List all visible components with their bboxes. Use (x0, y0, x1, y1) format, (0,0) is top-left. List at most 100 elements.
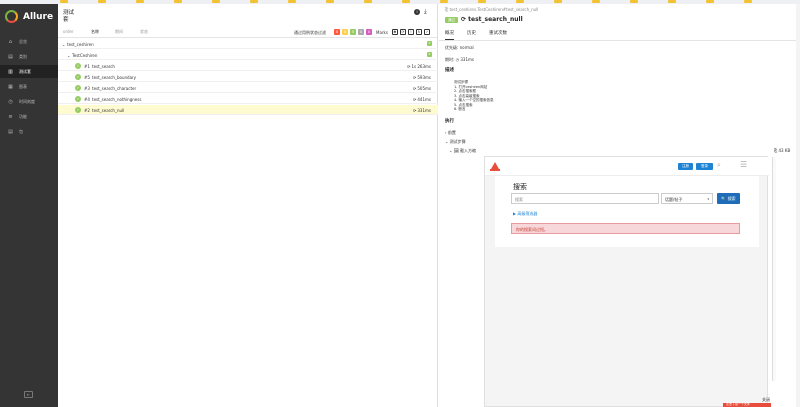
status-badge: 通过 (445, 17, 458, 23)
tree-root-row[interactable]: ⌄ test_ceshiren 5 (58, 39, 438, 49)
test-title-text: test_search_null (468, 16, 523, 23)
bookmark-folder-icon[interactable] (98, 0, 106, 3)
screenshot-scrollbar[interactable] (772, 157, 776, 381)
filter-broken-toggle[interactable]: 0 (342, 29, 348, 35)
bookmark-folder-icon[interactable] (250, 0, 258, 3)
test-duration-value: 331ms (417, 107, 431, 113)
bookmark-folder-icon[interactable] (440, 0, 448, 3)
sidebar-item-label: 总览 (19, 38, 27, 44)
passed-check-icon: ✓ (75, 96, 81, 102)
mark-toggle[interactable]: ✱ (392, 29, 398, 35)
test-duration: ⟳331ms (413, 108, 431, 113)
sort-duration[interactable]: 期间 (115, 29, 123, 35)
bookmark-folder-icon[interactable] (554, 0, 562, 3)
home-icon: ⌂ (8, 38, 13, 45)
filter-skipped-toggle[interactable]: 0 (358, 29, 364, 35)
test-number: #2 (84, 107, 90, 113)
test-name: test_search_boundary (92, 74, 137, 80)
bookmark-folder-icon[interactable] (630, 0, 638, 3)
bookmark-folder-icon[interactable] (706, 0, 714, 3)
passed-count-badge: 5 (427, 41, 432, 46)
bookmark-folder-icon[interactable] (136, 0, 144, 3)
login-button[interactable]: 登录 (696, 163, 713, 170)
tab-1[interactable]: 历史 (467, 30, 476, 39)
sort-name[interactable]: 名称 (91, 29, 99, 35)
tree-group-row[interactable]: ⌄ TestCeshiren 5 (58, 50, 438, 60)
sidebar-item-label: 类别 (19, 53, 27, 59)
bookmark-folder-icon[interactable] (668, 0, 676, 3)
test-name: test_search (92, 63, 115, 69)
breadcrumb[interactable]: ⎘ test_ceshiren.TestCeshiren#test_search… (445, 7, 538, 12)
marks-label: Marks (376, 30, 388, 35)
search-button[interactable]: 🔍 搜索 (717, 193, 740, 204)
collapse-sidebar-button[interactable]: ⇤ (24, 391, 33, 398)
graphs-icon: ▦ (8, 83, 13, 90)
bookmark-folder-icon[interactable] (326, 0, 334, 3)
bookmark-folder-icon[interactable] (592, 0, 600, 3)
tab-0[interactable]: 概况 (445, 30, 454, 40)
packages-icon: ▤ (8, 128, 13, 135)
bookmark-folder-icon[interactable] (478, 0, 486, 3)
test-body-section[interactable]: ⌄ 测试步骤 (445, 139, 466, 145)
bookmark-folder-icon[interactable] (744, 0, 752, 3)
sidebar-item-graphs[interactable]: ▦ 图表 (0, 80, 58, 93)
bookmark-folder-icon[interactable] (174, 0, 182, 3)
retry-icon: ⟳ (413, 74, 417, 80)
filter-unknown-toggle[interactable]: 0 (366, 29, 372, 35)
bookmark-folder-icon[interactable] (60, 0, 68, 3)
mark-toggle[interactable]: ! (408, 29, 414, 35)
test-number: #1 (84, 63, 90, 69)
info-icon[interactable]: i (414, 9, 420, 15)
bookmark-folder-icon[interactable] (402, 0, 410, 3)
page-scrollbar[interactable] (796, 4, 800, 407)
suites-icon: ▥ (8, 68, 13, 75)
mark-toggle[interactable]: ↻ (416, 29, 422, 35)
mark-toggle[interactable]: ✓ (424, 29, 430, 35)
test-number: #5 (84, 74, 90, 80)
download-icon[interactable]: ⤓ (424, 8, 427, 16)
passed-check-icon: ✓ (75, 63, 81, 69)
test-name: test_search_character (92, 85, 137, 91)
register-button[interactable]: 注册 (678, 163, 693, 170)
test-number: #3 (84, 85, 90, 91)
site-logo-icon (490, 162, 500, 171)
retry-icon: ⟳ (461, 16, 467, 23)
search-type-select[interactable]: 话题/帖子 ▾ (661, 193, 713, 204)
bookmark-folder-icon[interactable] (288, 0, 296, 3)
screenshot-header: 注册 登录 ⌕ ☰ (485, 157, 769, 176)
retry-icon: ⟳ (407, 63, 411, 69)
sidebar-item-home[interactable]: ⌂ 总览 (0, 35, 58, 48)
mark-toggle[interactable]: ⟳ (400, 29, 406, 35)
allure-logo[interactable]: Allure (5, 10, 53, 23)
bookmark-folder-icon[interactable] (212, 0, 220, 3)
test-case-row[interactable]: ✓ #4 test_search_nothingness ⟳441ms (58, 94, 438, 104)
sort-status[interactable]: 状态 (140, 29, 148, 35)
tab-2[interactable]: 重试次数 (489, 30, 507, 39)
filter-failed-toggle[interactable]: 0 (334, 29, 340, 35)
description-title: 描述 (445, 68, 454, 73)
sidebar-item-label: 包 (19, 128, 23, 134)
test-case-row[interactable]: ✓ #5 test_search_boundary ⟳593ms (58, 72, 438, 82)
search-icon[interactable]: ⌕ (717, 161, 721, 170)
test-case-row[interactable]: ✓ #1 test_search ⟳1s 263ms (58, 61, 438, 71)
test-case-row[interactable]: ✓ #3 test_search_character ⟳505ms (58, 83, 438, 93)
filter-passed-toggle[interactable]: 5 (350, 29, 356, 35)
sidebar-item-behaviors[interactable]: ≡ 功能 (0, 110, 58, 123)
sidebar-item-packages[interactable]: ▤ 包 (0, 125, 58, 138)
setup-section[interactable]: › 前置 (445, 130, 456, 136)
sidebar-item-timeline[interactable]: ◷ 时间刻度 (0, 95, 58, 108)
retry-icon: ⟳ (413, 96, 417, 102)
attachment-step[interactable]: ⌄ 🖼 截入方缩 (449, 148, 476, 154)
sidebar-item-categories[interactable]: ▤ 类别 (0, 50, 58, 63)
suite-name: test_ceshiren (67, 41, 94, 47)
test-case-row[interactable]: ✓ #2 test_search_null ⟳331ms (58, 105, 438, 115)
advanced-filter-link[interactable]: ▶ 高级筛选器 (513, 211, 537, 217)
bookmark-folder-icon[interactable] (516, 0, 524, 3)
retry-icon: ⟳ (413, 107, 417, 113)
bookmark-folder-icon[interactable] (364, 0, 372, 3)
search-input[interactable]: 搜索 (511, 193, 659, 204)
menu-icon[interactable]: ☰ (740, 160, 747, 169)
test-duration: ⟳1s 263ms (407, 64, 431, 69)
sort-order[interactable]: order (63, 29, 74, 34)
sidebar-item-suites[interactable]: ▥ 测试套 (0, 65, 58, 78)
